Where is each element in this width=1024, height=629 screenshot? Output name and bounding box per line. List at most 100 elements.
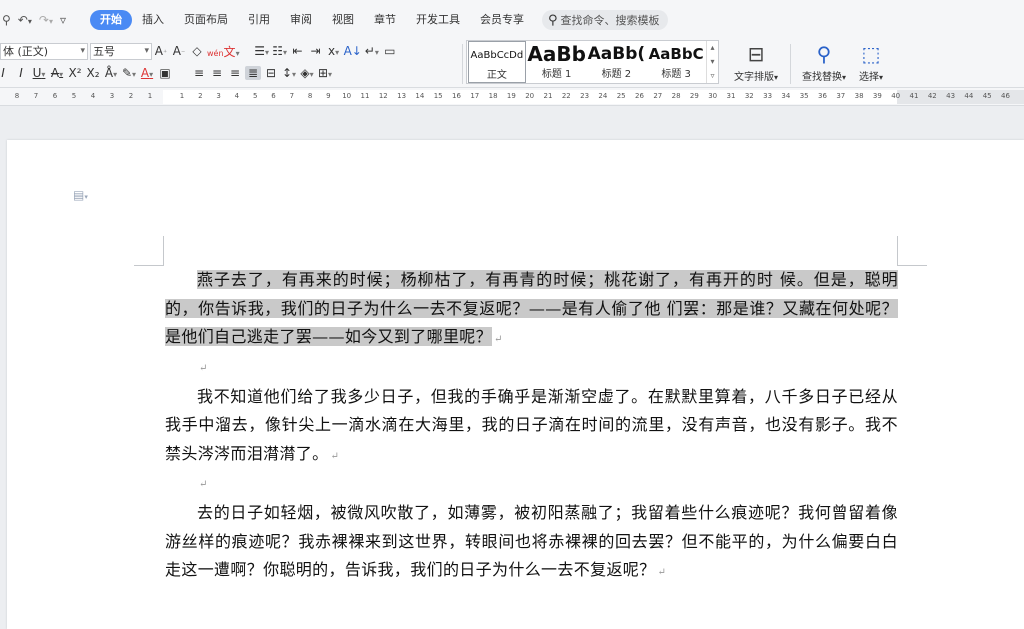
document-page[interactable]: 燕子去了，有再来的时候；杨柳枯了，有再青的时候；桃花谢了，有再开的时 候。但是，… [7, 140, 1024, 629]
style-gallery: AaBbCcDd 正文 AaBb 标题 1 AaBb( 标题 2 AaBbC 标… [466, 40, 719, 84]
tab-home[interactable]: 开始 [90, 10, 132, 30]
table-border-icon[interactable]: ▭ [382, 44, 398, 58]
align-center-icon[interactable]: ≡ [209, 66, 225, 80]
ruler-number: 8 [14, 92, 20, 100]
show-marks-icon[interactable]: ↵▾ [364, 44, 380, 58]
margin-corner-mark [897, 236, 927, 266]
style-heading-1[interactable]: AaBb 标题 1 [527, 41, 587, 83]
strikethrough-icon[interactable]: A▾ [49, 66, 65, 80]
italic-icon-2[interactable]: I [13, 66, 29, 80]
increase-indent-icon[interactable]: ⇥ [308, 44, 324, 58]
tab-member[interactable]: 会员专享 [470, 10, 534, 30]
ruler-number: 16 [452, 92, 461, 100]
highlight-icon[interactable]: ✎▾ [121, 66, 137, 80]
superscript-icon[interactable]: X² [67, 66, 83, 80]
style-preview: AaBbCcDd [470, 50, 524, 61]
ruler-number: 30 [708, 92, 718, 100]
pinyin-wen-label: wén [207, 48, 224, 58]
subscript-icon[interactable]: X₂ [85, 66, 101, 80]
ruler-number: 24 [598, 92, 608, 100]
paragraph-mark: ↵ [199, 362, 208, 374]
undo-icon[interactable]: ↶▾ [18, 13, 32, 27]
ruler-number: 7 [33, 92, 39, 100]
ruler-number: 28 [671, 92, 681, 100]
ruler-number: 5 [252, 92, 258, 100]
ribbon-divider [790, 44, 791, 84]
ruler-number: 2 [198, 92, 203, 100]
chinese-layout-icon[interactable]: ⅹ▾ [326, 44, 342, 58]
align-left-icon[interactable]: ≡ [191, 66, 207, 80]
tab-page-layout[interactable]: 页面布局 [174, 10, 238, 30]
text-effect-icon[interactable]: Å▾ [103, 66, 119, 80]
tab-view[interactable]: 视图 [322, 10, 364, 30]
char-border-icon[interactable]: ▣ [157, 66, 173, 80]
empty-paragraph[interactable]: ↵ [165, 471, 898, 499]
ruler-number: 23 [580, 92, 590, 100]
redo-icon[interactable]: ↷▾ [39, 13, 53, 27]
shading-icon[interactable]: ◈▾ [299, 66, 315, 80]
ruler-number: 11 [360, 92, 370, 100]
ruler-number: 15 [433, 92, 443, 100]
document-body[interactable]: 燕子去了，有再来的时候；杨柳枯了，有再青的时候；桃花谢了，有再开的时 候。但是，… [165, 266, 898, 588]
align-right-icon[interactable]: ≡ [227, 66, 243, 80]
font-color-icon[interactable]: A▾ [139, 66, 155, 80]
tab-developer[interactable]: 开发工具 [406, 10, 470, 30]
ruler-number: 26 [635, 92, 644, 100]
horizontal-ruler[interactable]: 8 7 6 5 4 3 2 1 1 2 3 4 5 6 7 8 9 10 11 12 13 14 15 16 17 18 19 20 2… [0, 88, 1024, 106]
style-gallery-scroll[interactable]: ▴ ▾ ▿ [706, 41, 718, 83]
empty-paragraph[interactable]: ↵ [165, 355, 898, 383]
justify-icon[interactable]: ≣ [245, 66, 261, 80]
paragraph-2[interactable]: 我不知道他们给了我多少日子，但我的手确乎是渐渐空虚了。在默默里算着，八千多日子已… [165, 383, 898, 472]
search-icon[interactable]: ⚲ [2, 13, 11, 27]
ruler-number: 9 [326, 92, 331, 100]
search-icon: ⚲ [548, 12, 558, 28]
ruler-number: 12 [378, 92, 388, 100]
ribbon-divider [462, 44, 463, 84]
ruler-number: 5 [71, 92, 77, 100]
bullet-list-icon[interactable]: ☰▾ [254, 44, 270, 58]
line-spacing-icon[interactable]: ↕▾ [281, 66, 297, 80]
paragraph-1[interactable]: 燕子去了，有再来的时候；杨柳枯了，有再青的时候；桃花谢了，有再开的时 候。但是，… [165, 266, 898, 355]
ruler-number: 4 [90, 92, 96, 100]
style-heading-3[interactable]: AaBbC 标题 3 [646, 41, 706, 83]
decrease-indent-icon[interactable]: ⇤ [290, 44, 306, 58]
sort-icon[interactable]: A↓ [344, 44, 362, 58]
numbered-list-icon[interactable]: ☷▾ [272, 44, 288, 58]
style-normal[interactable]: AaBbCcDd 正文 [468, 41, 526, 83]
tab-sections[interactable]: 章节 [364, 10, 406, 30]
underline-icon[interactable]: U▾ [31, 66, 47, 80]
style-heading-2[interactable]: AaBb( 标题 2 [587, 41, 647, 83]
style-label: 正文 [486, 70, 507, 81]
customize-icon[interactable]: ▿ [60, 13, 66, 27]
grow-font-icon[interactable]: A⁺ [153, 44, 169, 58]
style-preview: AaBb [527, 42, 586, 66]
italic-icon[interactable]: I [0, 66, 11, 80]
font-name-select[interactable]: 体 (正文) [0, 42, 88, 60]
selected-text[interactable]: 燕子去了，有再来的时候；杨柳枯了，有再青的时候；桃花谢了，有再开的时 候。但是，… [165, 270, 898, 346]
select-button[interactable]: ⬚ 选择▾ [845, 40, 897, 84]
tab-references[interactable]: 引用 [238, 10, 280, 30]
borders-icon[interactable]: ⊞▾ [317, 66, 333, 80]
text-layout-button[interactable]: ⊟ 文字排版▾ [726, 40, 786, 84]
pinyin-guide-icon[interactable]: wén文▾ [207, 43, 240, 60]
style-label: 标题 2 [601, 69, 632, 80]
paste-options-icon[interactable]: ▤▾ [73, 188, 88, 202]
text-layout-label: 文字排版 [733, 72, 774, 83]
command-search-box[interactable]: ⚲ 查找命令、搜索模板 [542, 10, 668, 30]
paragraph-text[interactable]: 我不知道他们给了我多少日子，但我的手确乎是渐渐空虚了。在默默里算着，八千多日子已… [165, 387, 898, 463]
shrink-font-icon[interactable]: A⁻ [171, 44, 187, 58]
ruler-number: 14 [415, 92, 425, 100]
clear-format-icon[interactable]: ◇ [189, 44, 205, 58]
tab-review[interactable]: 审阅 [280, 10, 322, 30]
paragraph-mark: ↵ [657, 567, 667, 578]
ruler-number: 3 [216, 92, 221, 100]
tab-insert[interactable]: 插入 [132, 10, 174, 30]
paragraph-mark: ↵ [330, 450, 340, 462]
paragraph-text[interactable]: 去的日子如轻烟，被微风吹散了，如薄雾，被初阳蒸融了；我留着些什么痕迹呢？我何曾留… [165, 503, 898, 579]
ribbon-row-2: I I U▾ A▾ X² X₂ Å▾ ✎▾ A▾ ▣ ≡ ≡ ≡ ≣ ⊟ ↕▾ … [0, 63, 334, 83]
paragraph-mark: ↵ [199, 479, 208, 490]
style-label: 标题 1 [541, 69, 572, 80]
font-size-select[interactable]: 五号 [90, 42, 152, 60]
paragraph-3[interactable]: 去的日子如轻烟，被微风吹散了，如薄雾，被初阳蒸融了；我留着些什么痕迹呢？我何曾留… [165, 499, 898, 588]
distribute-icon[interactable]: ⊟ [263, 66, 279, 80]
